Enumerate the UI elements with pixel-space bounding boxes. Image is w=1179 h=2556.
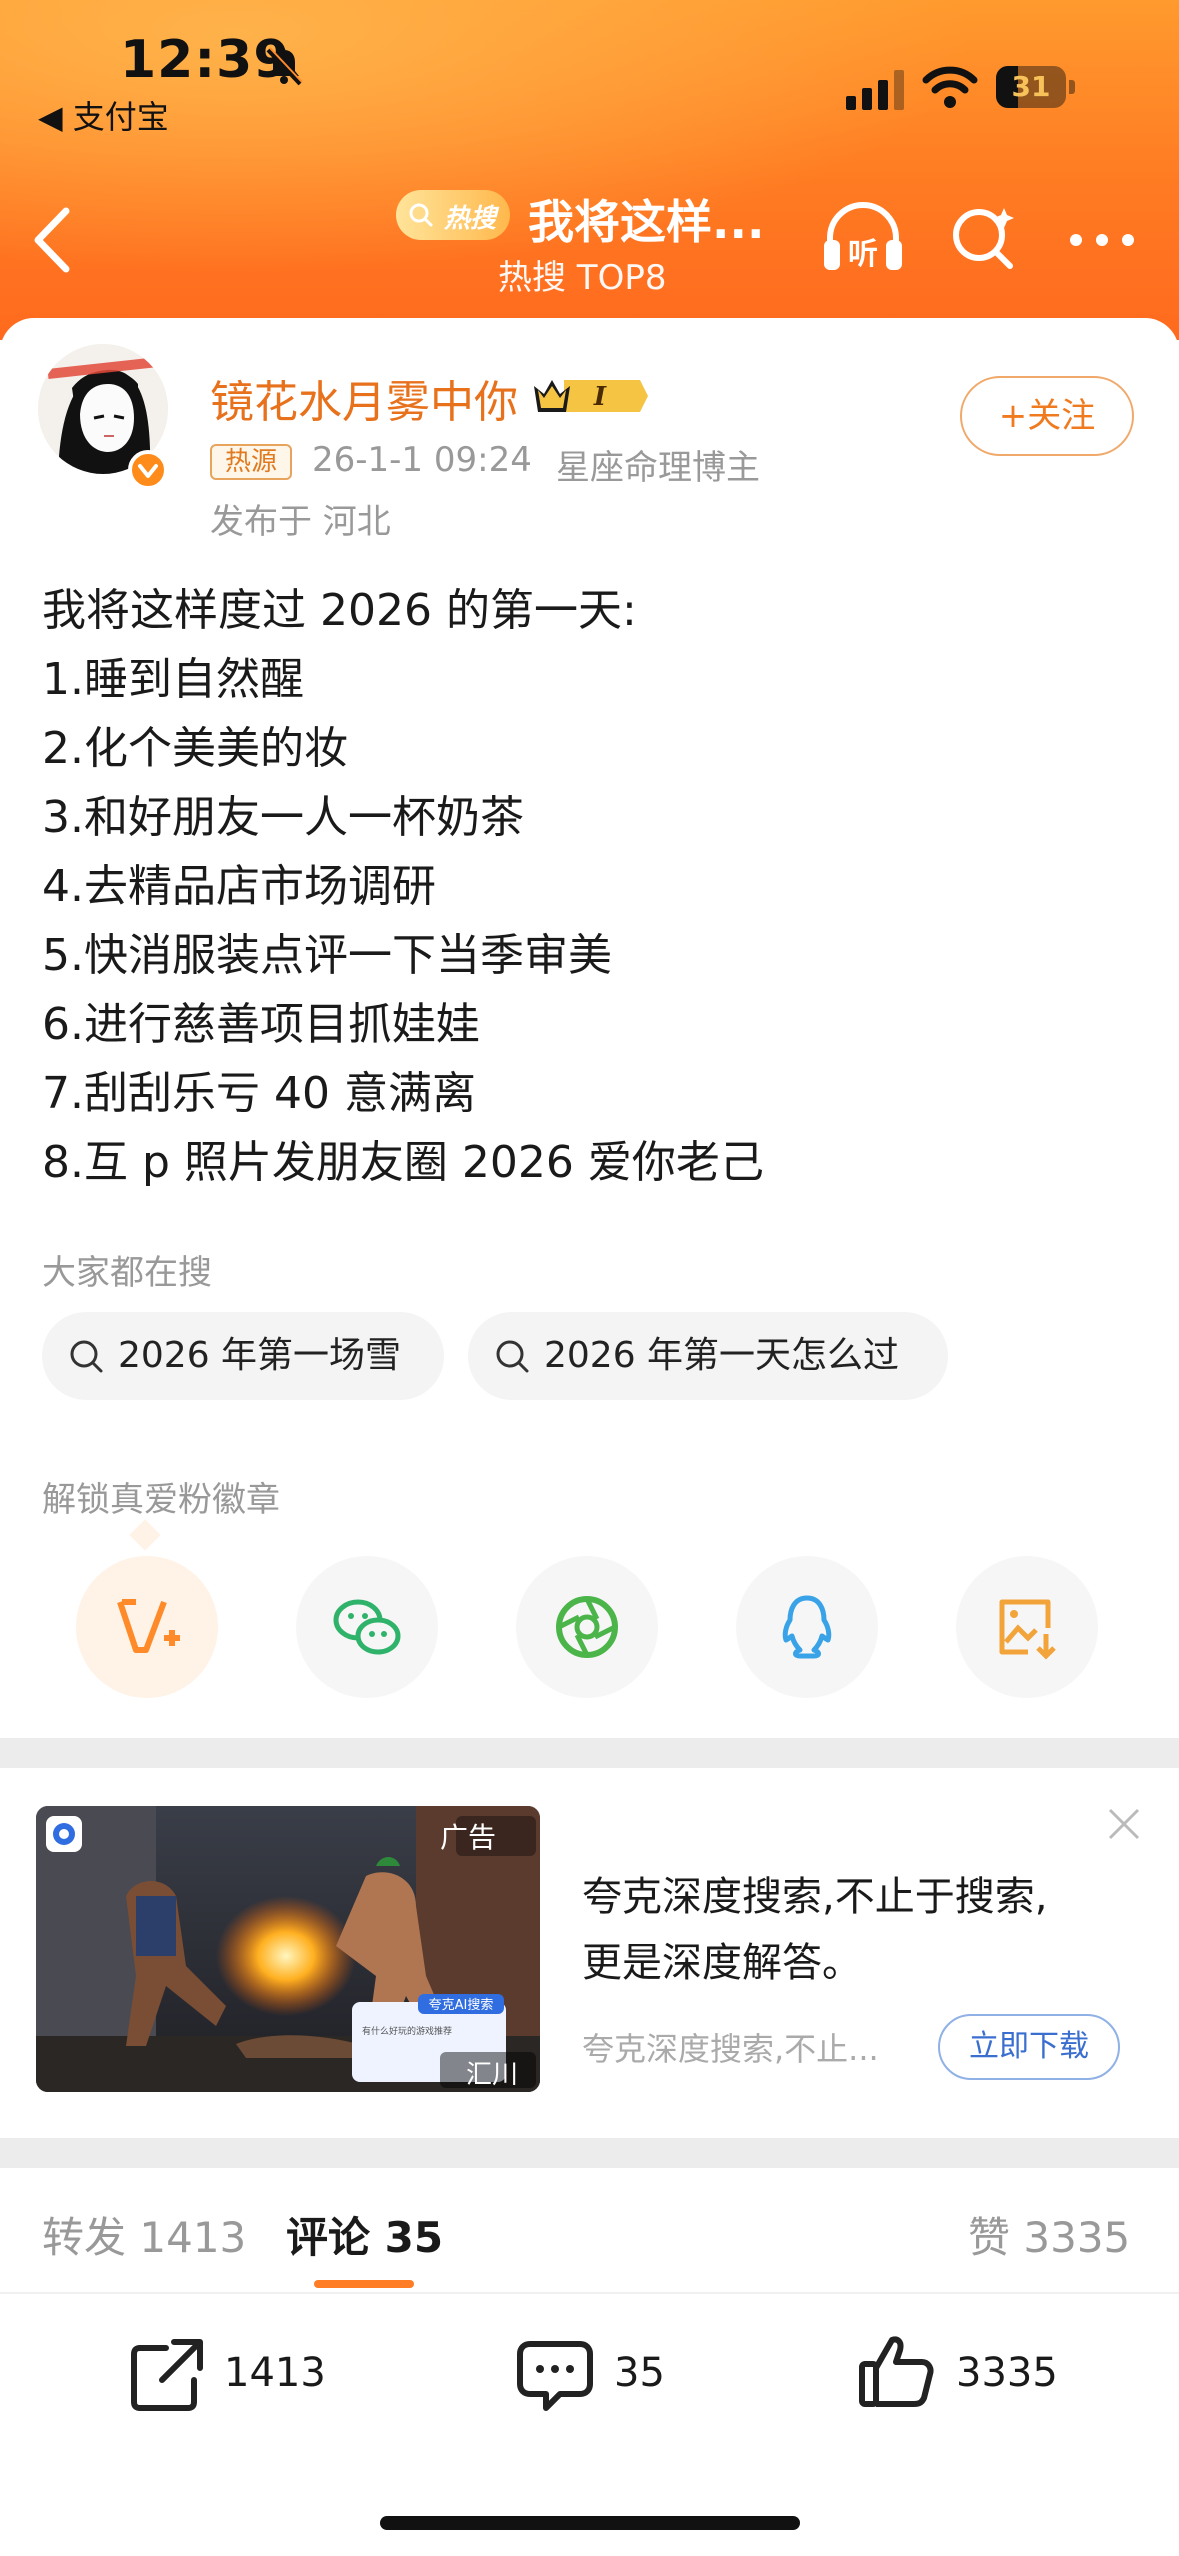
listen-label: 听 xyxy=(848,237,878,272)
more-icon[interactable] xyxy=(1068,232,1136,248)
ad-label: 广告 xyxy=(440,1821,497,1854)
tab-like-label: 赞 xyxy=(968,2213,1011,2262)
searching-label: 大家都在搜 xyxy=(42,1253,212,1293)
tab-like[interactable]: 赞 3335 xyxy=(968,2204,1130,2265)
hot-search-badge: 热搜 xyxy=(396,190,510,240)
share-moments-button[interactable] xyxy=(516,1556,658,1698)
post-line: 3.和好朋友一人一杯奶茶 xyxy=(42,792,524,843)
tab-repost-count: 1413 xyxy=(139,2213,247,2262)
source-tag: 热源 xyxy=(210,444,292,480)
post-line: 1.睡到自然醒 xyxy=(42,654,304,705)
search-chip[interactable]: 2026 年第一场雪 xyxy=(42,1312,444,1400)
section-divider xyxy=(0,1738,1179,1768)
active-tab-indicator xyxy=(314,2280,414,2288)
wechat-icon xyxy=(333,1599,401,1655)
like-thumb-icon[interactable] xyxy=(858,2332,936,2410)
page-subtitle[interactable]: 热搜 TOP8 xyxy=(498,250,666,299)
search-chip[interactable]: 2026 年第一天怎么过 xyxy=(468,1312,948,1400)
post-location: 发布于 河北 xyxy=(210,502,391,542)
repost-icon[interactable] xyxy=(128,2336,206,2414)
comment-icon[interactable] xyxy=(516,2336,594,2414)
tab-like-count: 3335 xyxy=(1023,2213,1131,2262)
search-icon xyxy=(70,1340,103,1373)
post-line: 4.去精品店市场调研 xyxy=(42,861,436,912)
divider xyxy=(0,2292,1179,2294)
ad-description: 夸克深度搜索,不止... xyxy=(582,2030,879,2068)
ad-title[interactable]: 夸克深度搜索,不止于搜索, xyxy=(582,1864,1047,1922)
hot-badge-label: 热搜 xyxy=(444,204,497,234)
vip-crown-badge-icon[interactable]: I xyxy=(530,372,650,420)
download-button[interactable]: 立即下载 xyxy=(938,2014,1120,2080)
tab-repost[interactable]: 转发 1413 xyxy=(42,2204,246,2265)
ad-image-badge: 夸克AI搜索 xyxy=(429,1998,494,2013)
ad-title[interactable]: 更是深度解答。 xyxy=(582,1930,862,1988)
vip-level: I xyxy=(593,382,607,412)
search-chip-label: 2026 年第一天怎么过 xyxy=(544,1335,900,1376)
signal-icon xyxy=(846,70,904,110)
search-chip-label: 2026 年第一场雪 xyxy=(118,1335,402,1376)
wifi-icon xyxy=(922,66,978,108)
page-title: 我将这样... xyxy=(528,195,765,249)
tab-comment-label: 评论 xyxy=(286,2213,371,2262)
author-tag: 星座命理博主 xyxy=(556,448,760,488)
verified-badge-icon xyxy=(128,450,168,490)
mute-bell-icon xyxy=(266,47,303,86)
ad-image-query: 有什么好玩的游戏推荐 xyxy=(362,2025,452,2037)
tab-repost-label: 转发 xyxy=(42,2213,127,2262)
post-line: 8.互 p 照片发朋友圈 2026 爱你老己 xyxy=(42,1137,764,1188)
post-line: 我将这样度过 2026 的第一天: xyxy=(42,585,637,636)
post-line: 5.快消服装点评一下当季审美 xyxy=(42,930,612,981)
post-line: 7.刮刮乐亏 40 意满离 xyxy=(42,1068,476,1119)
post-line: 2.化个美美的妆 xyxy=(42,723,348,774)
weibo-v-plus-icon xyxy=(117,1599,180,1653)
tab-comment[interactable]: 评论 35 xyxy=(286,2204,443,2265)
back-icon[interactable] xyxy=(30,205,76,275)
ad-brand: 汇川 xyxy=(466,2060,519,2090)
comment-count[interactable]: 35 xyxy=(614,2350,665,2396)
listen-headphones-icon[interactable]: 听 xyxy=(822,200,904,274)
post-date: 26-1-1 09:24 xyxy=(312,440,532,480)
back-to-app-link[interactable]: ◀ 支付宝 xyxy=(38,92,169,138)
section-divider xyxy=(0,2138,1179,2168)
tab-comment-count: 35 xyxy=(384,2213,444,2262)
save-image-icon xyxy=(999,1599,1056,1660)
repost-count[interactable]: 1413 xyxy=(224,2350,326,2396)
username[interactable]: 镜花水月雾中你 xyxy=(210,366,518,430)
search-icon xyxy=(496,1340,529,1373)
like-count[interactable]: 3335 xyxy=(956,2350,1058,2396)
save-image-button[interactable] xyxy=(956,1556,1098,1698)
search-icon xyxy=(409,203,433,227)
battery-level: 31 xyxy=(1011,70,1051,103)
qq-icon xyxy=(782,1595,832,1659)
home-indicator[interactable] xyxy=(380,2516,800,2530)
share-wechat-button[interactable] xyxy=(296,1556,438,1698)
ai-search-icon[interactable] xyxy=(950,204,1018,270)
follow-button[interactable]: +关注 xyxy=(960,376,1134,456)
close-icon[interactable] xyxy=(1106,1806,1142,1842)
share-qq-button[interactable] xyxy=(736,1556,878,1698)
share-weibo-button[interactable] xyxy=(76,1556,218,1698)
moments-icon xyxy=(556,1596,618,1658)
battery-indicator: 31 xyxy=(996,66,1078,108)
fan-badge-label: 解锁真爱粉徽章 xyxy=(42,1480,280,1520)
post-line: 6.进行慈善项目抓娃娃 xyxy=(42,999,480,1050)
